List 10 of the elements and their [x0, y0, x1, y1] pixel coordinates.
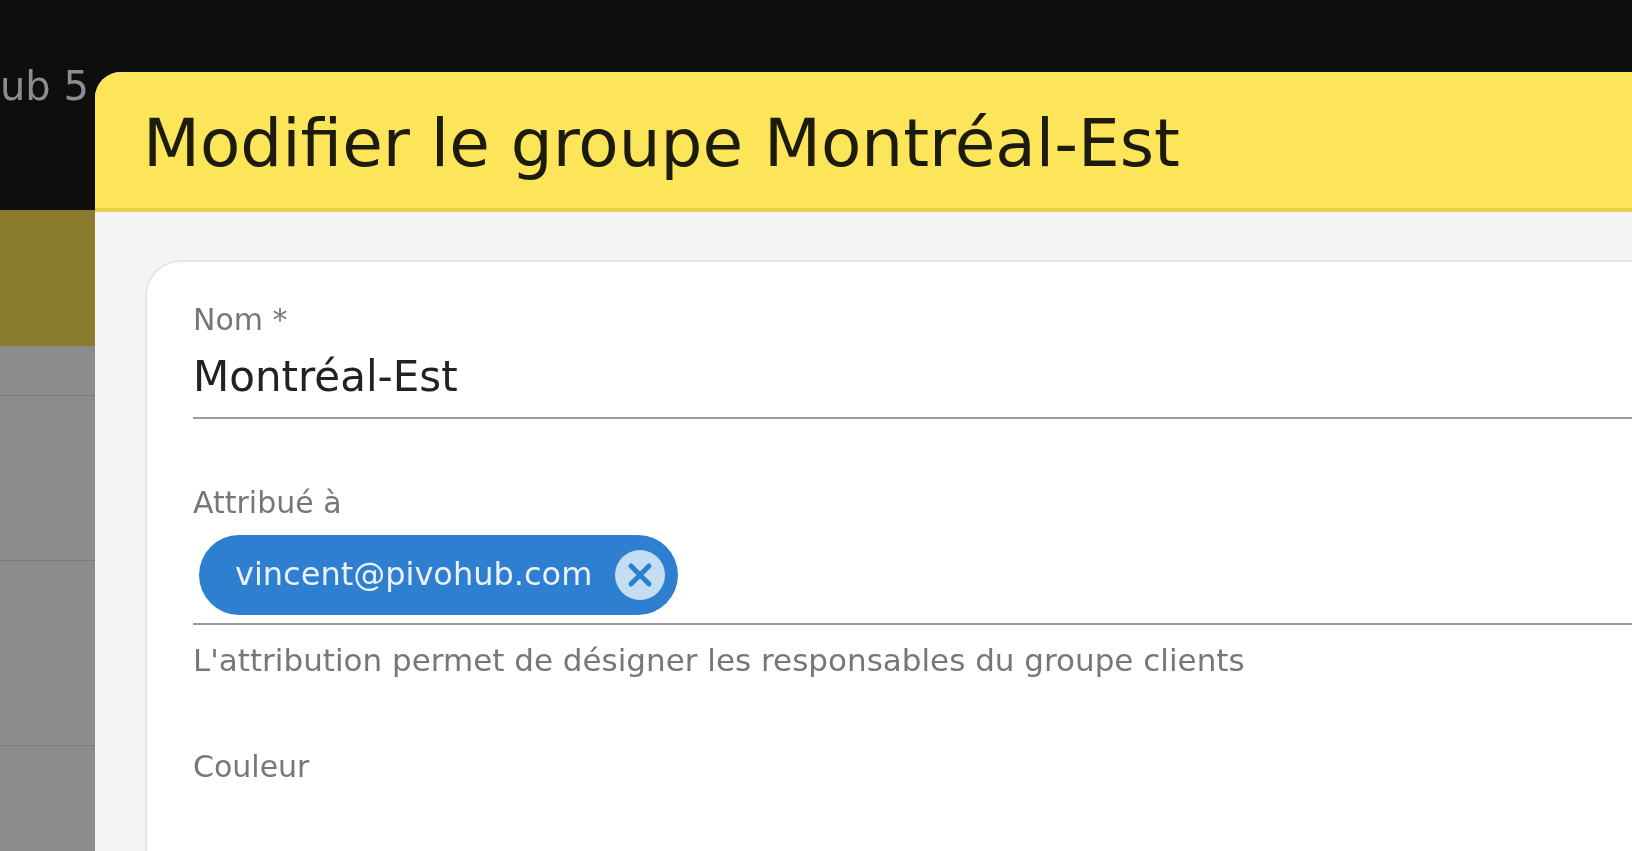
page-title: ub 5 [0, 66, 89, 106]
field-label: Attribué à [193, 484, 343, 521]
field-hint: L'attribution permet de désigner les responsables du groupe clients [193, 640, 1246, 680]
field-label: Nom * [193, 302, 289, 339]
modal-title: Modifier le groupe Montréal-Est [143, 104, 1181, 184]
remove-icon[interactable] [614, 548, 667, 601]
user-chip[interactable]: vincent@pivohub.com [199, 534, 679, 615]
field-label: Couleur [193, 749, 311, 785]
assignee-field[interactable]: vincent@pivohub.com [193, 520, 1632, 625]
name-field[interactable]: Montréal-Est [193, 338, 1632, 419]
